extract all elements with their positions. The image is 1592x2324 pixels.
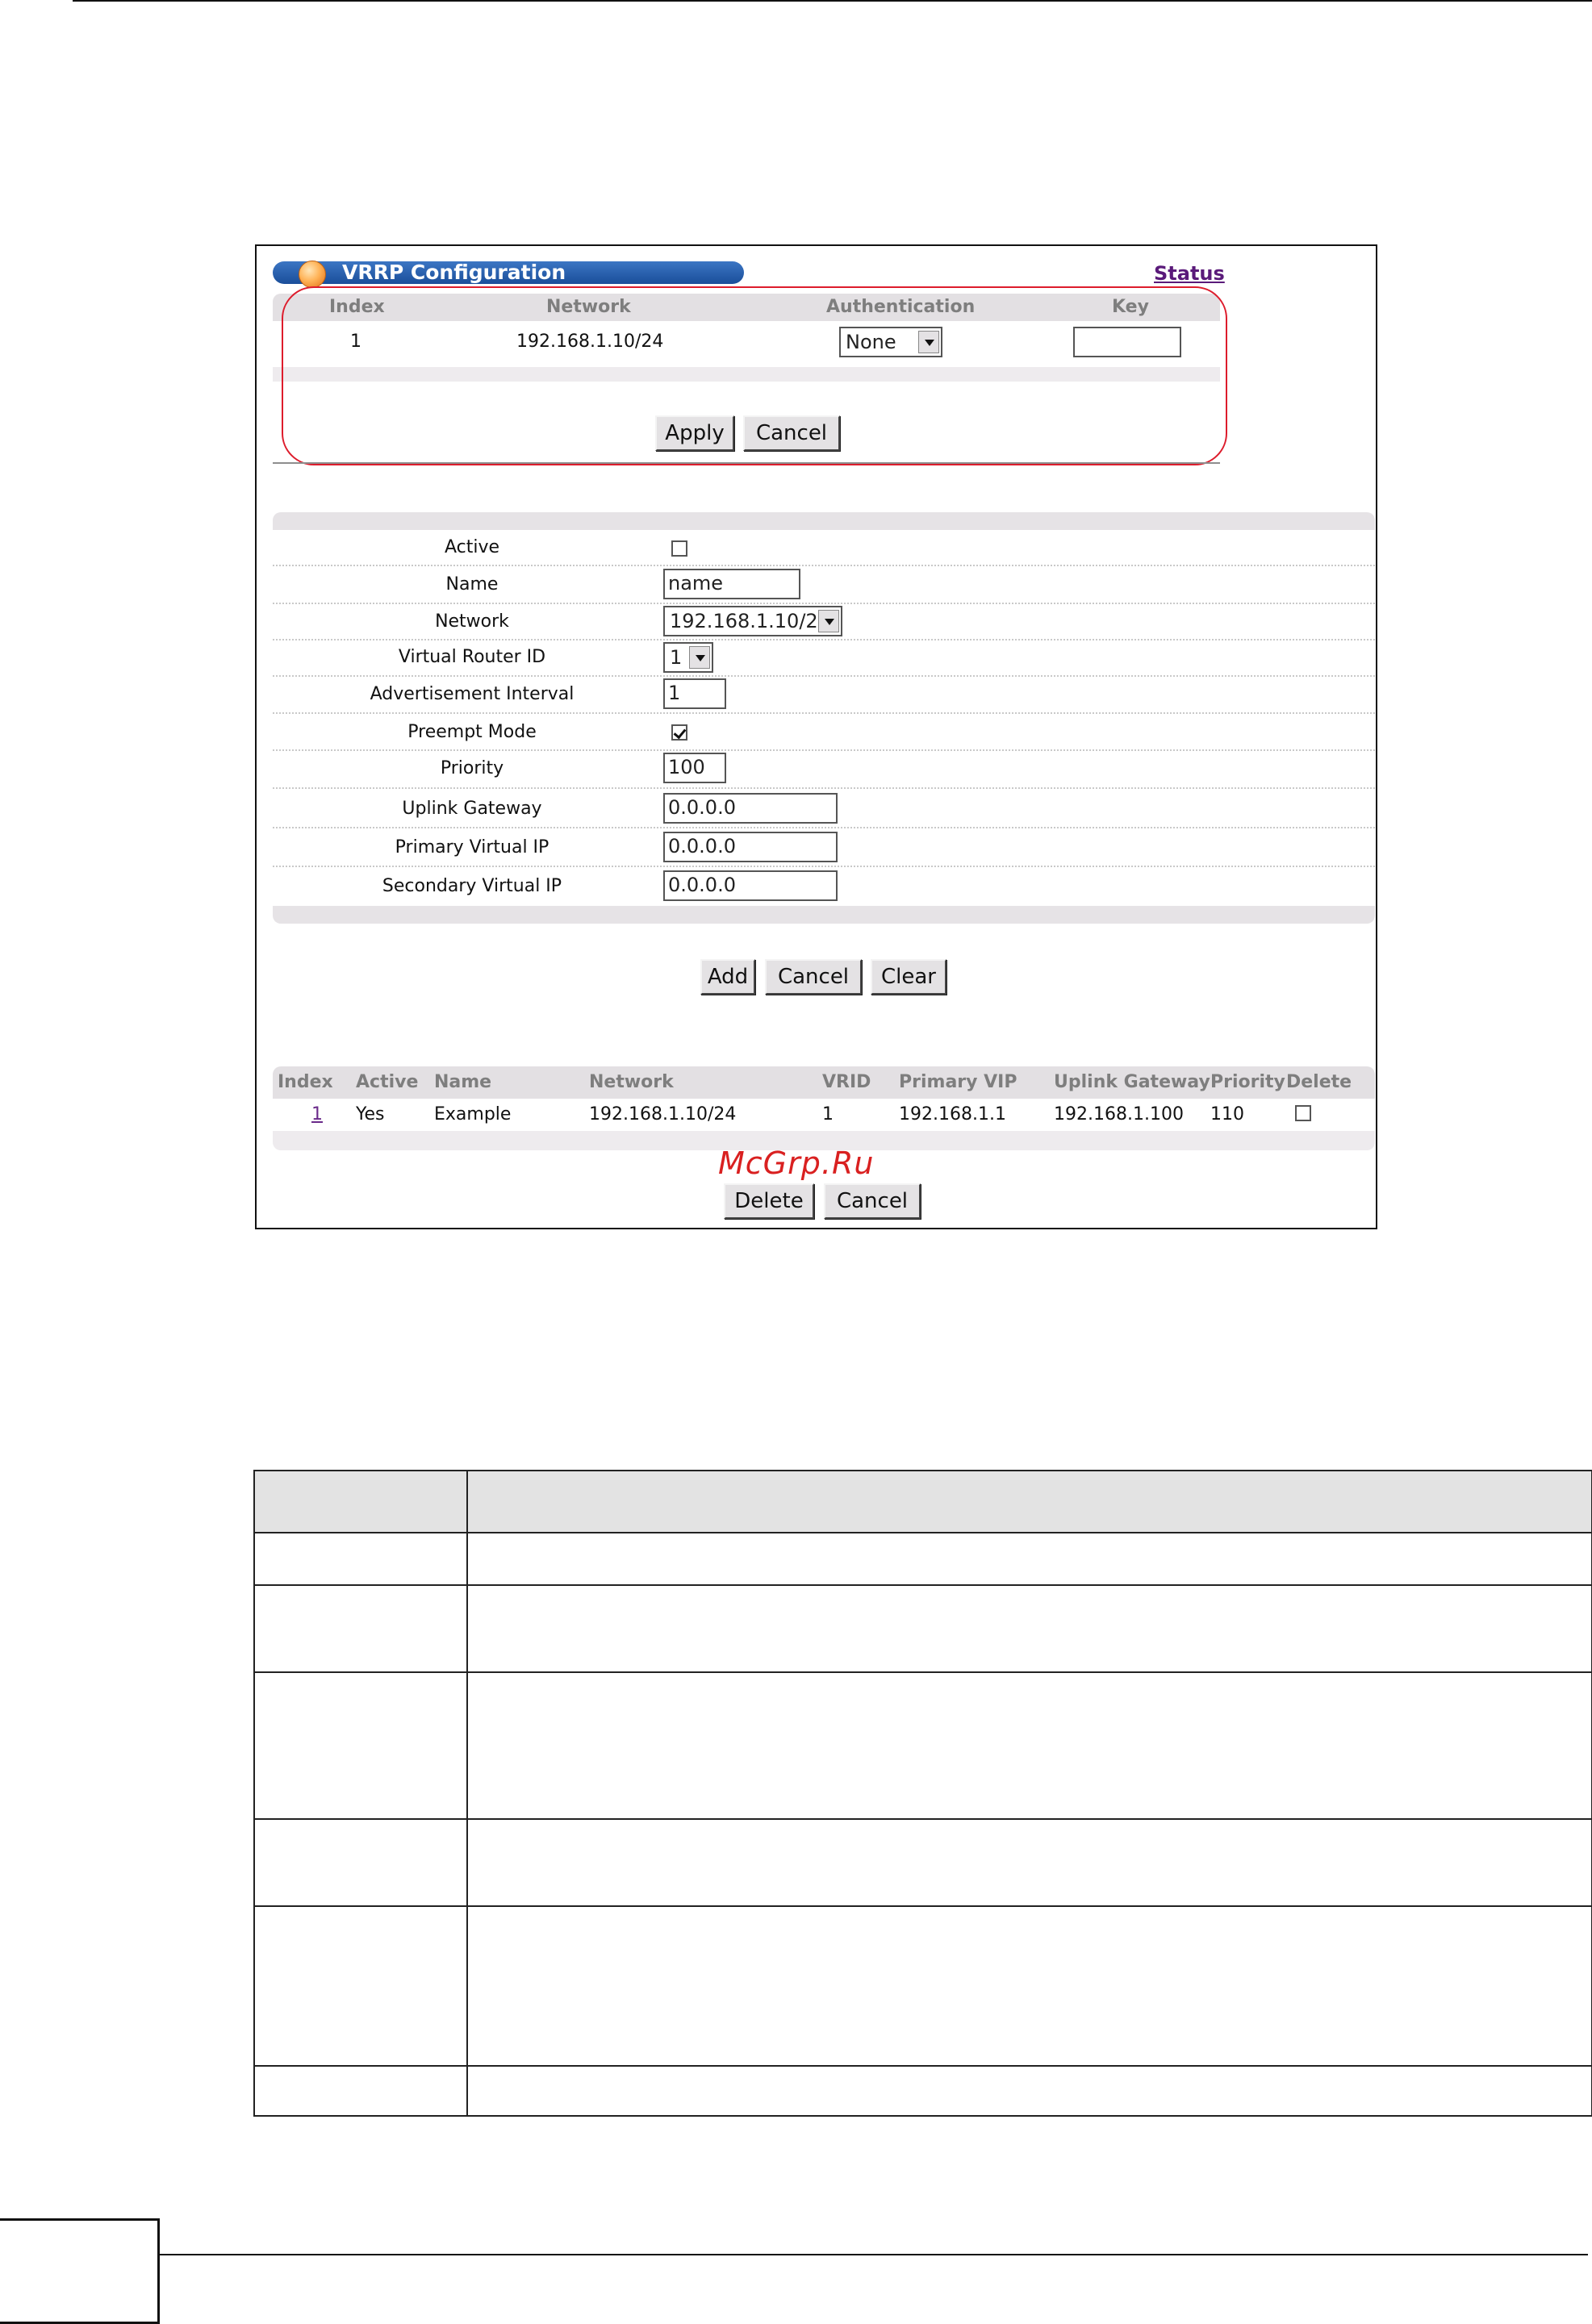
description-table: [253, 1470, 1592, 2117]
list-header-name: Name: [434, 1072, 492, 1092]
name-input[interactable]: name: [663, 569, 800, 599]
list-row-network: 192.168.1.10/24: [589, 1104, 737, 1124]
row-divider: [273, 712, 1375, 714]
row-divider: [273, 749, 1375, 751]
virtual-router-id-value: 1: [670, 646, 683, 669]
table-cell: [466, 1905, 1592, 2067]
field-label-preempt-mode: Preempt Mode: [407, 722, 537, 742]
chevron-down-icon: [818, 610, 839, 632]
row-divider: [273, 603, 1375, 604]
field-label-vrid: Virtual Router ID: [398, 647, 546, 667]
row-divider: [273, 565, 1375, 566]
field-label-network: Network: [435, 611, 509, 632]
delete-button[interactable]: Delete: [724, 1183, 814, 1219]
table-row: [253, 1905, 1592, 2067]
table-row: [253, 1584, 1592, 1673]
chevron-down-icon: [689, 646, 710, 669]
field-label-advertisement-interval: Advertisement Interval: [370, 684, 575, 704]
virtual-router-id-select[interactable]: 1: [663, 642, 713, 673]
list-header-delete: Delete: [1286, 1072, 1352, 1092]
table-cell: [253, 1532, 468, 1586]
list-row-primary-vip: 192.168.1.1: [899, 1104, 1006, 1124]
preempt-mode-checkbox[interactable]: [671, 724, 687, 741]
table-cell: [253, 1818, 468, 1907]
table-cell: [253, 1584, 468, 1673]
list-header-primary-vip: Primary VIP: [899, 1072, 1017, 1092]
form-band-bottom: [273, 906, 1375, 924]
list-row-delete-checkbox[interactable]: [1295, 1105, 1311, 1121]
field-label-name: Name: [445, 574, 499, 595]
highlight-oval: [282, 286, 1227, 465]
network-select[interactable]: 192.168.1.10/24: [663, 606, 842, 636]
secondary-virtual-ip-input[interactable]: 0.0.0.0: [663, 870, 838, 901]
table-cell: [253, 1671, 468, 1820]
list-header-uplink-gateway: Uplink Gateway: [1054, 1072, 1210, 1092]
list-row-name: Example: [434, 1104, 512, 1124]
table-cell: [253, 1470, 468, 1533]
active-checkbox[interactable]: [671, 540, 687, 557]
list-row-priority: 110: [1210, 1104, 1244, 1124]
field-label-uplink-gateway: Uplink Gateway: [402, 799, 542, 819]
panel-title: VRRP Configuration: [342, 261, 566, 284]
form-cancel-button[interactable]: Cancel: [765, 959, 862, 995]
uplink-gateway-input[interactable]: 0.0.0.0: [663, 793, 838, 824]
list-cancel-button[interactable]: Cancel: [824, 1183, 921, 1219]
form-band-top: [273, 512, 1375, 530]
primary-virtual-ip-input[interactable]: 0.0.0.0: [663, 832, 838, 862]
orb-icon: [299, 261, 326, 288]
clear-button[interactable]: Clear: [871, 959, 946, 995]
list-row-index-link[interactable]: 1: [311, 1100, 323, 1129]
advertisement-interval-input[interactable]: 1: [663, 678, 726, 709]
row-divider: [273, 787, 1375, 789]
table-cell: [253, 2065, 468, 2117]
page-number-box: [0, 2218, 160, 2324]
list-header-network: Network: [589, 1072, 674, 1092]
status-link[interactable]: Status: [1154, 261, 1225, 286]
priority-input[interactable]: 100: [663, 753, 726, 783]
field-label-secondary-virtual-ip: Secondary Virtual IP: [382, 876, 562, 896]
row-divider: [273, 675, 1375, 677]
list-header-vrid: VRID: [822, 1072, 871, 1092]
field-label-primary-virtual-ip: Primary Virtual IP: [395, 837, 549, 857]
list-row-active: Yes: [356, 1104, 385, 1124]
watermark-text: McGrp.Ru: [718, 1145, 875, 1181]
row-divider: [273, 866, 1375, 867]
page-top-rule: [73, 0, 1592, 2]
list-header-active: Active: [356, 1072, 419, 1092]
network-value: 192.168.1.10/24: [670, 610, 830, 632]
table-cell: [253, 1905, 468, 2067]
list-header-index: Index: [278, 1072, 333, 1092]
table-row: [253, 1818, 1592, 1907]
row-divider: [273, 827, 1375, 828]
field-label-active: Active: [444, 537, 500, 557]
table-cell: [466, 2065, 1592, 2117]
table-row: [253, 2065, 1592, 2117]
add-button[interactable]: Add: [700, 959, 755, 995]
list-header-priority: Priority: [1210, 1072, 1285, 1092]
table-row: [253, 1532, 1592, 1586]
field-label-priority: Priority: [440, 758, 504, 778]
row-divider: [273, 639, 1375, 640]
table-header-row: [253, 1470, 1592, 1533]
list-row-uplink-gateway: 192.168.1.100: [1054, 1104, 1184, 1124]
list-row-vrid: 1: [822, 1104, 834, 1124]
footer-rule: [160, 2254, 1588, 2255]
table-cell: [466, 1532, 1592, 1586]
table-cell: [466, 1584, 1592, 1673]
table-cell: [466, 1470, 1592, 1533]
table-row: [253, 1671, 1592, 1820]
section-separator: [273, 462, 1220, 464]
table-cell: [466, 1818, 1592, 1907]
table-cell: [466, 1671, 1592, 1820]
